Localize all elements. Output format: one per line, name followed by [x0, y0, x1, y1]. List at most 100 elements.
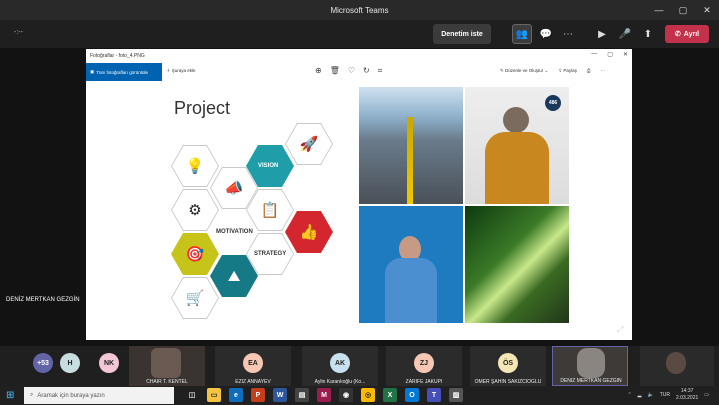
rocket-icon: 🚀: [299, 136, 319, 153]
rotate-icon[interactable]: ↻: [363, 66, 370, 76]
participant-name: CHAİR T. KENTEL: [146, 379, 188, 385]
participant-tile[interactable]: ZJ ZARİFE JAKUPİ: [386, 346, 462, 386]
avatar: ÖS: [498, 353, 518, 373]
participant-tile[interactable]: CHAİR T. KENTEL: [129, 346, 205, 386]
print-icon[interactable]: ⎙: [587, 68, 591, 74]
app-icon[interactable]: ◉: [339, 388, 353, 402]
add-label: Şuraya ekle: [171, 68, 196, 73]
window-controls: — ▢ ✕: [647, 0, 719, 20]
video-feed: [151, 348, 181, 378]
view-all-photos-button[interactable]: ▣ Tüm fotoğrafları görüntüle: [86, 63, 162, 81]
chat-icon[interactable]: 💬: [536, 24, 556, 44]
more-icon[interactable]: ⋯: [601, 68, 606, 74]
chrome-icon[interactable]: ◎: [361, 388, 375, 402]
hex-lightbulb: 💡: [171, 145, 219, 187]
participant-tile[interactable]: ÖS ÖMER ŞAHİN SAKIZCIOĞLU: [470, 346, 546, 386]
participant-tile[interactable]: NK: [96, 346, 122, 386]
avatar: ZJ: [414, 353, 434, 373]
photos-icon[interactable]: ▨: [449, 388, 463, 402]
close-icon[interactable]: ✕: [695, 0, 719, 20]
task-view-icon[interactable]: ◫: [185, 388, 199, 402]
search-icon: ⌕: [30, 392, 34, 398]
excel-icon[interactable]: X: [383, 388, 397, 402]
maximize-icon[interactable]: ▢: [607, 51, 613, 58]
add-to-button[interactable]: ＋ Şuraya ekle: [166, 68, 196, 74]
participant-name: EZİZ ANNAYEV: [235, 379, 271, 385]
network-icon[interactable]: ▂: [638, 392, 642, 398]
taskbar-search[interactable]: ⌕ Aramak için buraya yazın: [24, 387, 174, 404]
close-icon[interactable]: ✕: [623, 51, 628, 58]
photos-right-actions: ✎ Düzenle ve Oluştur ⌄ ⇪ Paylaş ⎙ ⋯: [500, 68, 605, 74]
participant-name: ÖMER ŞAHİN SAKIZCIOĞLU: [474, 379, 542, 385]
self-video-tile[interactable]: [640, 346, 714, 386]
language-indicator[interactable]: TUR: [660, 392, 670, 398]
more-actions-icon[interactable]: ⋯: [558, 24, 578, 44]
share-button[interactable]: ⇪ Paylaş: [558, 68, 577, 74]
participant-gallery: +53 H NK CHAİR T. KENTEL EA EZİZ ANNAYEV…: [0, 346, 719, 386]
share-screen-icon[interactable]: ⬆: [638, 24, 658, 44]
request-control-button[interactable]: Denetim iste: [433, 24, 491, 44]
taskbar-apps: ◫ ▭ e P W ▤ M ◉ ◎ X O T ▨: [185, 388, 463, 402]
view-all-label: Tüm fotoğrafları görüntüle: [96, 69, 149, 75]
powerpoint-icon[interactable]: P: [251, 388, 265, 402]
participant-name: Aylin Karanlıoğlu (Ko...: [314, 379, 366, 385]
target-head-icon: 🎯: [185, 246, 205, 263]
hoodie-photo: [359, 206, 463, 323]
avatar: EA: [243, 353, 263, 373]
shared-photos-window: Fotoğraflar - foto_4.PNG — ▢ ✕ ▣ Tüm fot…: [86, 49, 632, 340]
avatar: NK: [99, 353, 119, 373]
participant-tile[interactable]: EA EZİZ ANNAYEV: [215, 346, 291, 386]
windows-start-icon[interactable]: ⊞: [6, 390, 14, 401]
search-placeholder: Aramak için buraya yazın: [37, 392, 105, 399]
participants-icon[interactable]: 👥: [512, 24, 532, 44]
outlook-icon[interactable]: O: [405, 388, 419, 402]
delete-icon[interactable]: 🗑: [330, 66, 340, 76]
participant-name: ZARİFE JAKUPİ: [405, 379, 443, 385]
hex-cart: 🛒: [171, 277, 219, 319]
notification-icon[interactable]: ▭: [704, 392, 709, 398]
store-icon[interactable]: ▤: [295, 388, 309, 402]
photos-window-controls: — ▢ ✕: [591, 51, 628, 58]
zoom-icon[interactable]: ⊕: [315, 66, 322, 76]
meeting-timer: -:--: [14, 29, 23, 36]
edge-icon[interactable]: e: [229, 388, 243, 402]
file-explorer-icon[interactable]: ▭: [207, 388, 221, 402]
participant-tile[interactable]: H: [58, 346, 82, 386]
teams-icon[interactable]: T: [427, 388, 441, 402]
avatar: AK: [330, 353, 350, 373]
badge-count: 486: [545, 95, 561, 111]
minimize-icon[interactable]: —: [591, 51, 597, 58]
motivation-label: MOTIVATION: [216, 229, 253, 235]
volume-icon[interactable]: 🔈: [648, 392, 654, 398]
window-titlebar: Microsoft Teams — ▢ ✕: [0, 0, 719, 20]
chevron-up-icon[interactable]: ⌃: [627, 392, 631, 398]
edit-create-button[interactable]: ✎ Düzenle ve Oluştur ⌄: [500, 68, 548, 74]
window-title: Microsoft Teams: [330, 5, 389, 15]
video-feed: [577, 348, 605, 378]
camera-off-icon[interactable]: ▶: [592, 24, 612, 44]
shopping-cart-icon: 🛒: [185, 290, 205, 307]
photo-collage: 486: [359, 87, 569, 323]
minimize-icon[interactable]: —: [647, 0, 671, 20]
clock-date: 2.03.2021: [676, 395, 699, 401]
participant-tile[interactable]: DENİZ MERTKAN GEZGİN: [552, 346, 628, 386]
leave-button[interactable]: ✆ Ayrıl: [665, 25, 709, 43]
photo-tools: ⊕ 🗑 ♡ ↻ ⌗: [315, 66, 382, 76]
overflow-participants[interactable]: +53: [33, 353, 53, 373]
project-slide: Project 💡 📣 VISION 🚀 ⚙ 📋 👍 MOTIVATION 🎯 …: [150, 88, 359, 326]
slide-title: Project: [174, 98, 231, 118]
clock[interactable]: 14:37 2.03.2021: [676, 388, 698, 402]
mic-off-icon[interactable]: 🎤: [615, 24, 635, 44]
participant-name: DENİZ MERTKAN GEZGİN: [560, 378, 622, 384]
app-icon[interactable]: M: [317, 388, 331, 402]
crop-icon[interactable]: ⌗: [378, 66, 383, 76]
sharer-name: DENİZ MERTKAN GEZGİN: [6, 297, 80, 303]
favorite-icon[interactable]: ♡: [348, 66, 355, 76]
participant-tile[interactable]: AK Aylin Karanlıoğlu (Ko...: [302, 346, 378, 386]
expand-icon[interactable]: ⤢: [617, 325, 623, 335]
word-icon[interactable]: W: [273, 388, 287, 402]
thumbs-up-icon: 👍: [299, 224, 319, 241]
vision-label: VISION: [258, 163, 279, 169]
hex-target: 🎯: [171, 233, 219, 275]
maximize-icon[interactable]: ▢: [671, 0, 695, 20]
